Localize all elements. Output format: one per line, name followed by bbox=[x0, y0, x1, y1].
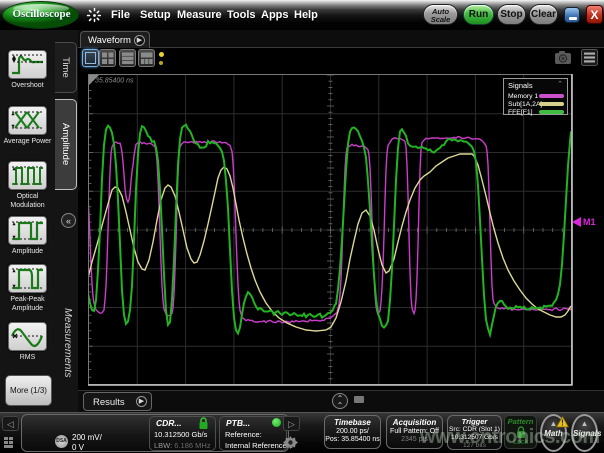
svg-text:35.85400 ns: 35.85400 ns bbox=[95, 78, 134, 85]
